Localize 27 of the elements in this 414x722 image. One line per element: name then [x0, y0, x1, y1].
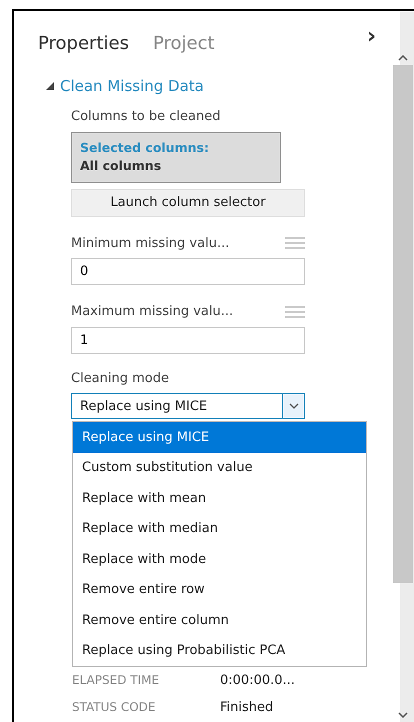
selected-columns-value: All columns	[80, 157, 162, 176]
detail-label: ELAPSED TIME	[72, 673, 160, 689]
drag-handle-icon[interactable]	[285, 306, 305, 318]
input-field[interactable]: 0	[71, 258, 305, 285]
collapse-button[interactable]: ›	[367, 26, 376, 48]
drag-handle-icon[interactable]	[285, 237, 305, 250]
chevron-down-icon	[288, 403, 298, 409]
dropdown-field[interactable]: Replace using MICE	[71, 393, 305, 419]
field-label: Cleaning mode	[71, 370, 170, 388]
detail-value: Finished	[220, 700, 274, 716]
selected-columns-label: Selected columns:	[80, 138, 210, 156]
field-label: Minimum missing valu...	[71, 234, 230, 252]
field-label: Maximum missing valu...	[71, 303, 234, 321]
field-label: Columns to be cleaned	[71, 108, 222, 126]
detail-value: 0:00:00.0...	[220, 673, 295, 689]
dropdown-button[interactable]	[282, 394, 304, 418]
detail-label: STATUS CODE	[72, 700, 156, 716]
input-field[interactable]: 1	[71, 326, 305, 354]
scroll-down-icon[interactable]	[398, 712, 408, 718]
scroll-up-icon[interactable]	[398, 55, 408, 61]
launch-selector-button[interactable]: Launch column selector	[71, 189, 305, 216]
tab[interactable]: Properties	[38, 30, 129, 57]
tab[interactable]: Project	[152, 30, 215, 57]
section-title[interactable]: Clean Missing Data	[60, 75, 204, 98]
expanded-triangle-icon[interactable]	[46, 82, 54, 90]
scrollbar-thumb[interactable]	[393, 65, 413, 583]
dropdown-option[interactable]: Replace using MICE	[73, 422, 366, 452]
